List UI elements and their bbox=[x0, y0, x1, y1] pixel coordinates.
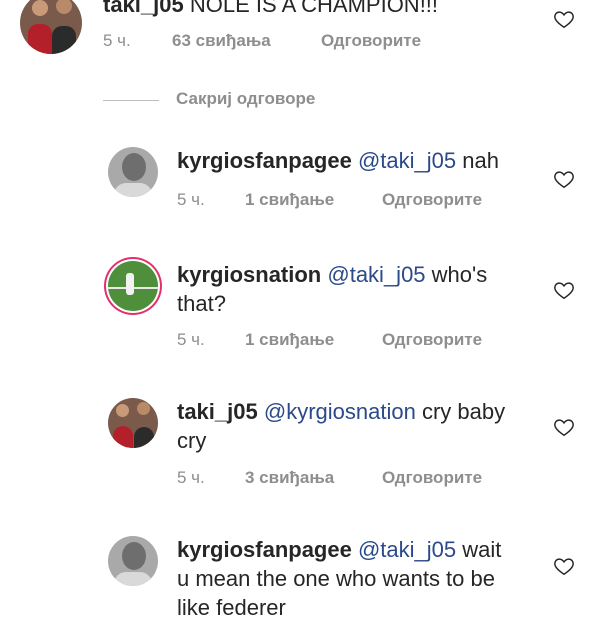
reply-time: 5 ч. bbox=[177, 190, 205, 209]
avatar-figure bbox=[137, 402, 150, 415]
avatar-shirt bbox=[114, 183, 152, 197]
comment-body: taki_j05 NOLE IS A CHAMPION!!! bbox=[103, 0, 543, 19]
reply-likes[interactable]: 1 свиђање bbox=[245, 330, 334, 350]
reply-mention[interactable]: @taki_j05 bbox=[358, 537, 456, 562]
avatar-figure bbox=[113, 426, 133, 448]
reply-username[interactable]: kyrgiosnation bbox=[177, 262, 321, 287]
reply-message: cry baby bbox=[421, 399, 506, 424]
avatar-kyrgiosfanpagee[interactable] bbox=[108, 536, 158, 586]
reply-meta: 5 ч. 1 свиђање Одговорите bbox=[177, 190, 537, 212]
reply-username[interactable]: kyrgiosfanpagee bbox=[177, 148, 352, 173]
avatar-figure bbox=[116, 404, 129, 417]
reply-message-line2: cry bbox=[177, 428, 207, 453]
comment-likes[interactable]: 63 свиђања bbox=[172, 31, 271, 51]
reply-likes[interactable]: 1 свиђање bbox=[245, 190, 334, 210]
reply-message-line2: u mean the one who wants to be bbox=[177, 566, 495, 591]
avatar-face bbox=[122, 542, 146, 570]
avatar-taki_j05[interactable] bbox=[108, 398, 158, 448]
reply-username[interactable]: taki_j05 bbox=[177, 399, 258, 424]
avatar-figure bbox=[28, 24, 52, 54]
reply-message: nah bbox=[462, 148, 499, 173]
avatar-player bbox=[126, 273, 134, 295]
comment-meta: 5 ч. 63 свиђања Одговорите bbox=[103, 31, 523, 53]
reply-time: 5 ч. bbox=[177, 468, 205, 487]
reply-username[interactable]: kyrgiosfanpagee bbox=[177, 537, 352, 562]
comment-username[interactable]: taki_j05 bbox=[103, 0, 184, 17]
reply-message: wait bbox=[462, 537, 502, 562]
reply-meta: 5 ч. 3 свиђања Одговорите bbox=[177, 468, 537, 490]
avatar-kyrgiosfanpagee[interactable] bbox=[108, 147, 158, 197]
reply-mention[interactable]: @kyrgiosnation bbox=[264, 399, 416, 424]
comment-time: 5 ч. bbox=[103, 31, 131, 50]
heart-icon[interactable] bbox=[553, 279, 575, 301]
reply-likes[interactable]: 3 свиђања bbox=[245, 468, 334, 488]
reply-mention[interactable]: @taki_j05 bbox=[327, 262, 425, 287]
heart-icon[interactable] bbox=[553, 555, 575, 577]
avatar-kyrgiosnation[interactable] bbox=[108, 261, 158, 311]
reply-message: who's bbox=[431, 262, 488, 287]
avatar-figure bbox=[32, 0, 48, 16]
reply-button[interactable]: Одговорите bbox=[382, 468, 482, 488]
heart-icon[interactable] bbox=[553, 168, 575, 190]
avatar-face bbox=[122, 153, 146, 181]
avatar-shirt bbox=[114, 572, 152, 586]
avatar-figure bbox=[56, 0, 72, 14]
reply-message-line3: like federer bbox=[177, 595, 286, 620]
reply-body: kyrgiosnation @taki_j05 who's that? bbox=[177, 260, 537, 318]
reply-button[interactable]: Одговорите bbox=[382, 190, 482, 210]
reply-body: kyrgiosfanpagee @taki_j05 nah bbox=[177, 146, 547, 175]
divider bbox=[103, 100, 159, 101]
reply-button[interactable]: Одговорите bbox=[382, 330, 482, 350]
reply-mention[interactable]: @taki_j05 bbox=[358, 148, 456, 173]
reply-body: taki_j05 @kyrgiosnation cry baby cry bbox=[177, 397, 547, 455]
hide-replies-label[interactable]: Сакриј одговоре bbox=[176, 89, 315, 109]
reply-body: kyrgiosfanpagee @taki_j05 wait u mean th… bbox=[177, 535, 547, 622]
heart-icon[interactable] bbox=[553, 416, 575, 438]
heart-icon[interactable] bbox=[553, 8, 575, 30]
reply-button[interactable]: Одговорите bbox=[321, 31, 421, 51]
reply-message-line2: that? bbox=[177, 291, 226, 316]
reply-time: 5 ч. bbox=[177, 330, 205, 349]
comment-message: NOLE IS A CHAMPION!!! bbox=[189, 0, 439, 17]
avatar-taki_j05[interactable] bbox=[20, 0, 82, 54]
avatar-figure bbox=[52, 26, 76, 54]
avatar-figure bbox=[134, 427, 154, 448]
reply-meta: 5 ч. 1 свиђање Одговорите bbox=[177, 330, 537, 352]
